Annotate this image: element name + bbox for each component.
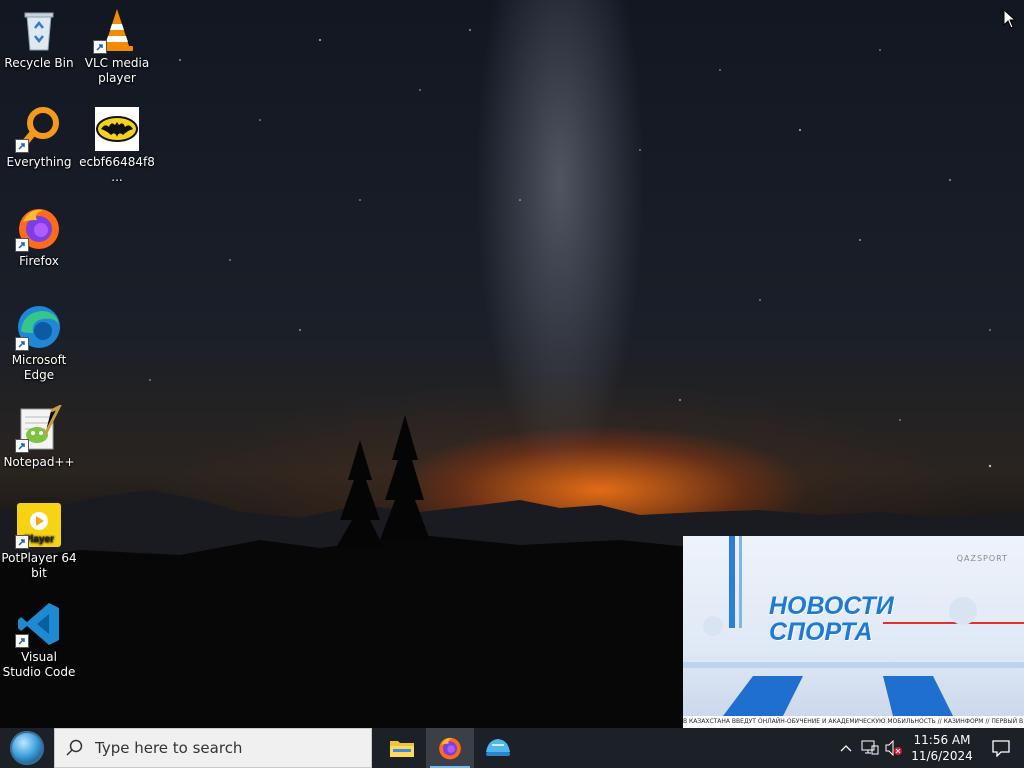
clock-date: 11/6/2024 (911, 749, 973, 763)
notification-icon (992, 740, 1010, 757)
potplayer-icon: Player (15, 501, 63, 549)
vscode-icon (15, 600, 63, 648)
taskbar-app-blue[interactable] (474, 728, 522, 768)
desktop-icon-label: Recycle Bin (4, 56, 74, 70)
blue-app-icon (486, 739, 510, 756)
desktop-icon-label: Microsoft Edge (11, 353, 67, 382)
start-button[interactable] (0, 728, 54, 768)
shortcut-arrow-icon (15, 139, 29, 153)
desktop-icon-recycle-bin[interactable]: Recycle Bin (0, 6, 78, 71)
volume-muted-icon[interactable] (882, 728, 906, 768)
firefox-icon (15, 204, 63, 252)
firefox-icon (439, 737, 461, 760)
desktop-icon-notepadpp[interactable]: Notepad++ (0, 403, 78, 470)
system-tray: 11:56 AM 11/6/2024 (834, 728, 1024, 768)
mouse-cursor-icon (1003, 8, 1017, 33)
edge-icon (15, 303, 63, 351)
everything-search-icon (15, 105, 63, 153)
recycle-bin-icon (15, 6, 63, 54)
shortcut-arrow-icon (15, 634, 29, 648)
network-icon[interactable] (858, 728, 882, 768)
desktop-icon-label: Visual Studio Code (2, 650, 76, 679)
clock-time: 11:56 AM (913, 733, 971, 747)
folder-icon (390, 741, 414, 757)
desktop-icon-label: Firefox (19, 254, 59, 268)
video-player-overlay[interactable]: QAZSPORT НОВОСТИ СПОРТА В КАЗАХСТАНА ВВЕ… (683, 536, 1024, 728)
desktop-icon-batman-file[interactable]: ecbf66484f8... (78, 105, 156, 185)
desktop-icon-label: VLC media player (84, 56, 150, 85)
shortcut-arrow-icon (15, 238, 29, 252)
video-title-line1: НОВОСТИ (769, 592, 894, 620)
channel-logo: QAZSPORT (956, 554, 1008, 563)
shortcut-arrow-icon (15, 439, 29, 453)
desktop-icon-firefox[interactable]: Firefox (0, 204, 78, 269)
desktop-icon-everything[interactable]: Everything (0, 105, 78, 170)
batman-image-icon (93, 105, 141, 153)
desktop-icon-label: ecbf66484f8... (79, 155, 155, 184)
taskbar-clock[interactable]: 11:56 AM 11/6/2024 (906, 732, 978, 764)
desktop-icon-label: Everything (6, 155, 72, 169)
start-orb-icon (10, 731, 44, 765)
taskbar-search-box[interactable]: Type here to search (54, 728, 372, 768)
desktop-icon-vscode[interactable]: Visual Studio Code (0, 600, 78, 680)
desktop-icon-potplayer[interactable]: Player PotPlayer 64 bit (0, 501, 78, 581)
shortcut-arrow-icon (93, 40, 107, 54)
video-title-line2: СПОРТА (769, 618, 873, 646)
search-placeholder: Type here to search (95, 739, 243, 757)
taskbar-app-firefox[interactable] (426, 728, 474, 768)
news-ticker: В КАЗАХСТАНА ВВЕДУТ ОНЛАЙН-ОБУЧЕНИЕ И АК… (683, 716, 1024, 728)
search-icon (55, 739, 95, 757)
desktop-icon-vlc[interactable]: VLC media player (78, 6, 156, 86)
desktop-icon-label: PotPlayer 64 bit (1, 551, 77, 580)
vlc-icon (93, 6, 141, 54)
notepadpp-icon (15, 403, 63, 453)
shortcut-arrow-icon (15, 535, 29, 549)
show-hidden-icons-chevron-icon[interactable] (834, 728, 858, 768)
desktop-icon-label: Notepad++ (3, 455, 75, 469)
desktop-icon-edge[interactable]: Microsoft Edge (0, 303, 78, 383)
taskbar-app-file-explorer[interactable] (378, 728, 426, 768)
taskbar: Type here to search 11:56 AM 11/6/2024 (0, 728, 1024, 768)
action-center-button[interactable] (978, 728, 1024, 768)
shortcut-arrow-icon (15, 337, 29, 351)
